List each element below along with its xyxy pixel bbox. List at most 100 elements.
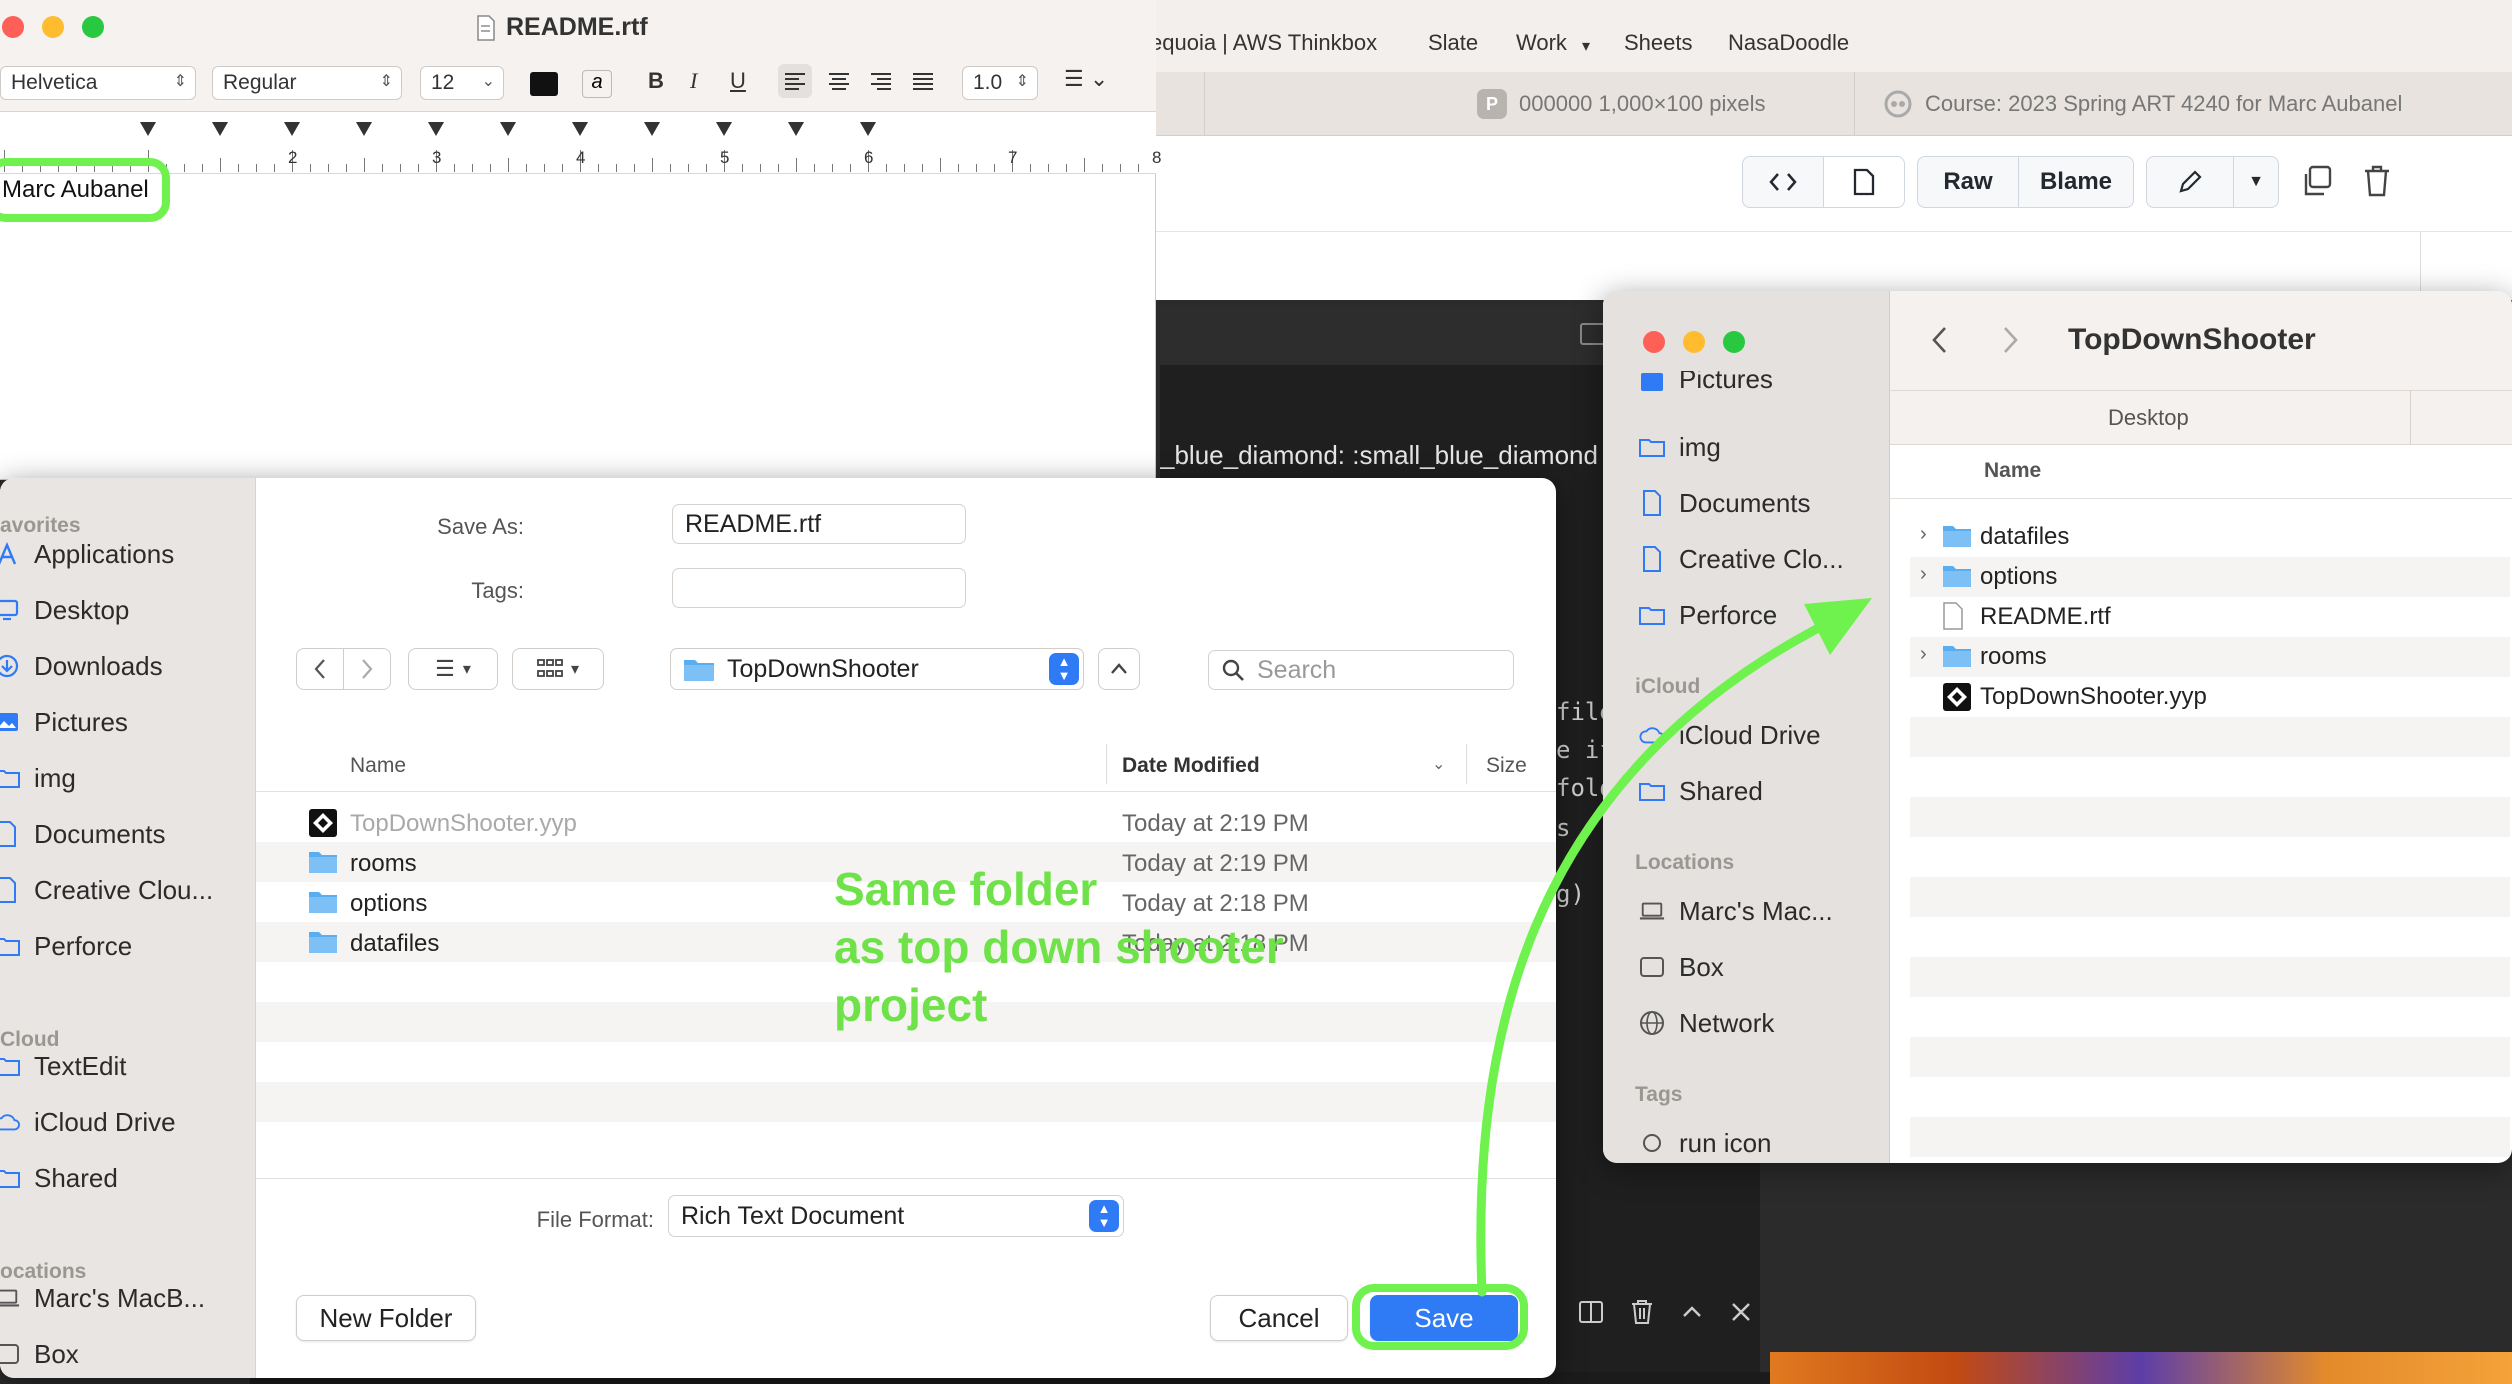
back-button[interactable] (1930, 325, 1948, 355)
tab-stop-marker[interactable] (284, 122, 300, 136)
tab-stop-marker[interactable] (140, 122, 156, 136)
sidebar-item-img[interactable]: img (1639, 427, 1721, 467)
sidebar-item-icloud-drive[interactable]: iCloud Drive (0, 1102, 176, 1142)
copy-icon[interactable] (2300, 164, 2334, 198)
code-view-button[interactable] (1742, 156, 1824, 208)
tab-stop-marker[interactable] (716, 122, 732, 136)
sidebar-item-creative-cloud[interactable]: Creative Clou... (0, 870, 213, 910)
zoom-window-button[interactable] (82, 16, 104, 38)
disclosure-chevron-icon[interactable]: › (1920, 523, 1927, 546)
forward-button[interactable] (343, 648, 391, 690)
tab-stop-marker[interactable] (644, 122, 660, 136)
tab-stop-marker[interactable] (356, 122, 372, 136)
font-size-combo[interactable]: 12 ⌄ (420, 66, 504, 100)
sidebar-item-documents[interactable]: Documents (0, 814, 166, 854)
finder-row[interactable]: README.rtf (1910, 597, 2510, 637)
browser-tab[interactable]: Course: 2023 Spring ART 4240 for Marc Au… (1854, 72, 2512, 136)
tab-stop-marker[interactable] (860, 122, 876, 136)
trash-icon[interactable] (1630, 1299, 1654, 1325)
sidebar-item-pictures[interactable]: Pictures (1639, 371, 1773, 395)
minimize-window-button[interactable] (42, 16, 64, 38)
sidebar-item-desktop[interactable]: Desktop (0, 590, 129, 630)
sidebar-item-perforce[interactable]: Perforce (1639, 595, 1777, 635)
sidebar-item-mac[interactable]: Marc's Mac... (1639, 891, 1833, 931)
path-desktop[interactable]: Desktop (2108, 405, 2189, 431)
disclosure-chevron-icon[interactable]: › (1920, 563, 1927, 586)
column-name-header[interactable]: Name (1984, 459, 2041, 483)
underline-button[interactable]: U (730, 68, 746, 94)
tab-stop-marker[interactable] (500, 122, 516, 136)
italic-button[interactable]: I (690, 68, 697, 94)
list-view-button[interactable]: ☰ ▾ (408, 648, 498, 690)
sidebar-item-applications[interactable]: Applications (0, 534, 174, 574)
column-date-header[interactable]: Date Modified (1122, 754, 1260, 778)
column-size-header[interactable]: Size (1486, 754, 1527, 778)
bookmark-item[interactable]: NasaDoodle (1728, 30, 1849, 56)
align-center-button[interactable] (822, 64, 856, 98)
line-spacing-popup[interactable]: 1.0 ⇕ (962, 66, 1038, 100)
sidebar-item-macbook[interactable]: Marc's MacB... (0, 1278, 205, 1318)
column-name-header[interactable]: Name (350, 754, 406, 778)
sidebar-item-textedit[interactable]: TextEdit (0, 1046, 127, 1086)
bookmark-item[interactable]: Work (1516, 30, 1567, 56)
finder-row[interactable]: › rooms (1910, 637, 2510, 677)
sidebar-item-network[interactable]: Network (1639, 1003, 1774, 1043)
close-window-button[interactable] (1643, 331, 1665, 353)
chevron-up-icon[interactable] (1680, 1300, 1704, 1324)
collapse-dialog-button[interactable] (1098, 648, 1140, 690)
disclosure-chevron-icon[interactable]: › (1920, 643, 1927, 666)
sidebar-item-perforce[interactable]: Perforce (0, 926, 132, 966)
sidebar-item-downloads[interactable]: Downloads (0, 646, 163, 686)
new-folder-button[interactable]: New Folder (296, 1295, 476, 1341)
tab-stop-marker[interactable] (572, 122, 588, 136)
bookmark-item[interactable]: equoia | AWS Thinkbox (1150, 30, 1377, 56)
sidebar-item-shared[interactable]: Shared (0, 1158, 118, 1198)
finder-row[interactable]: TopDownShooter.yyp (1910, 677, 2510, 717)
tab-stop-marker[interactable] (788, 122, 804, 136)
align-right-button[interactable] (864, 64, 898, 98)
back-button[interactable] (296, 648, 344, 690)
blame-button[interactable]: Blame (2018, 156, 2134, 208)
justify-button[interactable] (906, 64, 940, 98)
group-view-button[interactable]: ▾ (512, 648, 604, 690)
sidebar-item-shared[interactable]: Shared (1639, 771, 1763, 811)
zoom-window-button[interactable] (1723, 331, 1745, 353)
trash-icon[interactable] (2362, 164, 2392, 198)
bookmark-item[interactable]: Sheets (1624, 30, 1693, 56)
forward-button[interactable] (2002, 325, 2020, 355)
save-as-input[interactable]: README.rtf (672, 504, 966, 544)
sidebar-item-box[interactable]: Box (1639, 947, 1724, 987)
bookmark-item[interactable]: Slate (1428, 30, 1478, 56)
minimize-window-button[interactable] (1683, 331, 1705, 353)
sidebar-item-img[interactable]: img (0, 758, 76, 798)
chevron-down-icon[interactable]: ▼ (2233, 156, 2279, 208)
tab-stop-marker[interactable] (428, 122, 444, 136)
text-color-well[interactable] (530, 72, 558, 96)
highlight-color-well[interactable]: a (582, 70, 612, 98)
search-input[interactable]: Search (1208, 650, 1514, 690)
tags-input[interactable] (672, 568, 966, 608)
split-pane-icon[interactable] (1578, 1299, 1604, 1325)
edit-pencil-button[interactable] (2146, 156, 2234, 208)
tab-stop-marker[interactable] (212, 122, 228, 136)
bold-button[interactable]: B (648, 68, 664, 94)
sidebar-item-creative-cloud[interactable]: Creative Clo... (1639, 539, 1844, 579)
sidebar-item-icloud-drive[interactable]: iCloud Drive (1639, 715, 1821, 755)
close-window-button[interactable] (2, 16, 24, 38)
close-icon[interactable] (1730, 1301, 1752, 1323)
list-bullets-icon[interactable]: ☰ ⌄ (1064, 66, 1108, 92)
sidebar-item-box[interactable]: Box (0, 1334, 79, 1374)
finder-row[interactable]: › datafiles (1910, 517, 2510, 557)
font-family-popup[interactable]: Helvetica ⇕ (0, 66, 196, 100)
file-format-popup[interactable]: Rich Text Document ▲ ▼ (668, 1195, 1124, 1237)
font-style-popup[interactable]: Regular ⇕ (212, 66, 402, 100)
sidebar-item-pictures[interactable]: Pictures (0, 702, 128, 742)
align-left-button[interactable] (778, 64, 812, 98)
sidebar-item-documents[interactable]: Documents (1639, 483, 1811, 523)
location-popup[interactable]: TopDownShooter ▲ ▼ (670, 648, 1084, 690)
browser-tab[interactable]: P 000000 1,000×100 pixels (1204, 72, 1954, 136)
raw-button[interactable]: Raw (1917, 156, 2019, 208)
file-row[interactable]: TopDownShooter.yyp Today at 2:19 PM (256, 802, 1556, 842)
finder-row[interactable]: › options (1910, 557, 2510, 597)
sidebar-item-tag[interactable]: run icon (1639, 1123, 1772, 1163)
